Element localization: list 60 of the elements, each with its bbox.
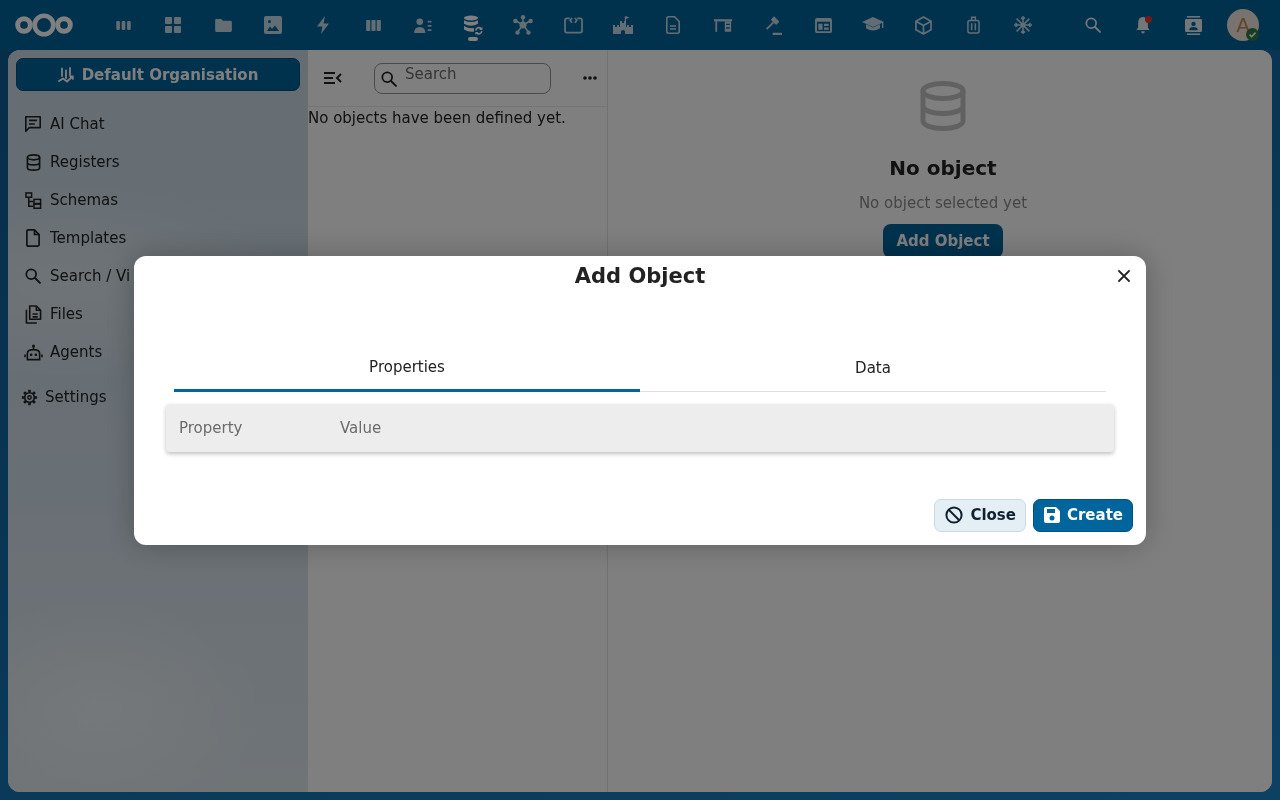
contacts-icon[interactable] xyxy=(1184,15,1202,35)
collapse-menu-icon[interactable] xyxy=(324,72,342,84)
add-object-button[interactable]: Add Object xyxy=(883,224,1003,258)
chart-icon xyxy=(57,66,76,83)
more-icon[interactable] xyxy=(583,76,597,80)
gavel-icon[interactable] xyxy=(763,15,783,35)
nav-item[interactable]: Templates xyxy=(16,221,129,255)
column-header: Property xyxy=(178,418,244,437)
settings-icon xyxy=(21,388,38,406)
column-header: Value xyxy=(340,418,382,437)
file-icon xyxy=(26,229,40,247)
columns-icon[interactable] xyxy=(365,19,381,31)
code-window-icon[interactable] xyxy=(563,16,583,34)
search-icon xyxy=(25,268,41,284)
nav-item[interactable]: Search / Vi xyxy=(16,259,133,293)
folder-icon[interactable] xyxy=(214,18,232,32)
tab[interactable]: Data xyxy=(640,344,1106,392)
network-icon[interactable] xyxy=(513,15,533,35)
close-icon[interactable] xyxy=(1118,269,1130,282)
grid-icon[interactable] xyxy=(165,17,181,33)
save-icon xyxy=(1043,507,1060,523)
close-button[interactable]: Close xyxy=(934,498,1026,532)
image-icon[interactable] xyxy=(264,16,282,34)
castle-icon[interactable] xyxy=(613,16,633,34)
files-icon xyxy=(24,304,42,324)
document-icon[interactable] xyxy=(666,16,680,34)
create-button[interactable]: Create xyxy=(1032,498,1133,532)
bell-icon[interactable] xyxy=(1135,16,1151,34)
chat-icon xyxy=(24,115,42,133)
search-icon xyxy=(381,70,397,87)
graduation-cap-icon[interactable] xyxy=(862,17,884,33)
database-icon xyxy=(25,153,41,171)
nav-item[interactable]: Registers xyxy=(16,145,122,179)
ban-icon xyxy=(945,506,964,524)
suitcase-icon[interactable] xyxy=(966,15,980,35)
desk-icon[interactable] xyxy=(714,18,732,32)
empty-state-subtitle: No object selected yet xyxy=(858,193,1028,213)
tab[interactable]: Properties xyxy=(174,344,640,392)
dialog-title: Add Object xyxy=(574,262,706,289)
nav-item[interactable]: Files xyxy=(16,297,85,331)
nav-item[interactable]: AI Chat xyxy=(16,107,107,141)
contact-list-icon[interactable] xyxy=(413,17,433,33)
snowflake-icon[interactable] xyxy=(1013,15,1033,35)
bars-icon[interactable] xyxy=(115,20,131,30)
cube-icon[interactable] xyxy=(914,15,932,35)
database-sync-icon[interactable] xyxy=(463,15,483,35)
organisation-button[interactable]: Default Organisation xyxy=(16,58,300,91)
robot-icon xyxy=(23,343,43,361)
empty-list-message: No objects have been defined yet. xyxy=(308,109,567,127)
search-icon[interactable] xyxy=(1085,17,1101,33)
empty-state-title: No object xyxy=(889,156,997,180)
app-logo[interactable] xyxy=(15,13,73,37)
schema-icon xyxy=(24,191,42,209)
nav-item[interactable]: Agents xyxy=(16,335,105,369)
search-field[interactable]: Search xyxy=(374,62,551,94)
layout-icon[interactable] xyxy=(814,17,832,33)
nav-item[interactable]: Schemas xyxy=(16,183,121,217)
settings-link[interactable]: Settings xyxy=(16,380,111,414)
database-icon xyxy=(920,81,966,131)
lightning-icon[interactable] xyxy=(317,16,329,34)
